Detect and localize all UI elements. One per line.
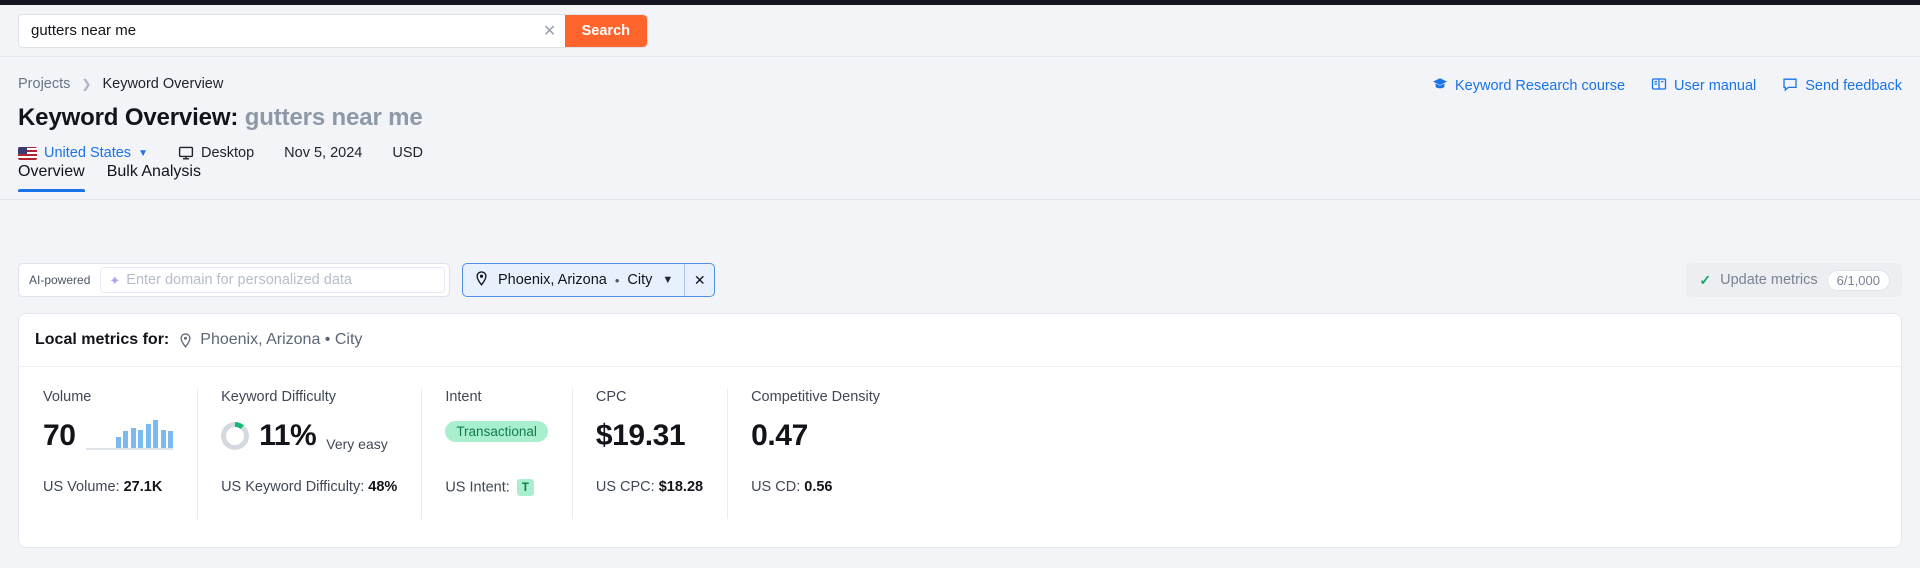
metric-cpc-foot-value: $18.28 [658, 479, 704, 495]
metric-cd-foot-value: 0.56 [804, 479, 833, 495]
local-metrics-header-location: Phoenix, Arizona • City [200, 331, 363, 348]
metric-cpc: CPC $19.31 US CPC: $18.28 [571, 389, 727, 547]
page-header: Projects ❯ Keyword Overview Keyword Over… [0, 58, 1920, 161]
user-manual-link[interactable]: User manual [1651, 76, 1756, 96]
intent-badge: Transactional [445, 421, 548, 442]
ai-domain-field[interactable]: AI-powered ✦ [18, 263, 450, 297]
metric-kd-label: Keyword Difficulty [221, 389, 337, 405]
chevron-down-icon[interactable]: ▼ [662, 274, 673, 286]
device-indicator: Desktop [178, 145, 254, 161]
search-button[interactable]: Search [564, 14, 647, 47]
metric-cd-value: 0.47 [751, 419, 808, 452]
update-metrics-quota: 6/1,000 [1826, 269, 1890, 291]
currency-label: USD [392, 145, 423, 161]
metric-kd-foot-label: US Keyword Difficulty: [221, 479, 365, 495]
metric-kd-value: 11% [259, 419, 317, 452]
country-label[interactable]: United States [44, 145, 131, 161]
update-metrics-button[interactable]: ✓ Update metrics 6/1,000 [1686, 263, 1902, 297]
location-chip-bullet: • [614, 272, 620, 288]
domain-input-wrapper[interactable]: ✦ [100, 267, 445, 293]
ai-powered-badge: AI-powered [29, 273, 91, 287]
device-label: Desktop [200, 145, 255, 161]
metric-volume-footer: US Volume: 27.1K [43, 479, 173, 495]
location-chip-name: Phoenix, Arizona [498, 272, 607, 288]
tab-bar-divider [0, 199, 1920, 200]
breadcrumb-projects[interactable]: Projects [18, 76, 70, 92]
user-manual-label: User manual [1674, 78, 1757, 94]
chevron-down-icon[interactable]: ▼ [138, 148, 148, 159]
controls-row: AI-powered ✦ Phoenix, Arizona • City ▼ ✕… [18, 262, 1902, 298]
book-icon [1651, 76, 1667, 96]
country-selector[interactable]: United States ▼ [18, 145, 148, 161]
currency-value: USD [392, 145, 423, 161]
us-flag-icon [18, 146, 37, 160]
location-chip-close-icon[interactable]: ✕ [684, 264, 714, 296]
graduation-cap-icon [1432, 76, 1448, 96]
keyword-difficulty-donut-chart [221, 422, 250, 450]
location-pin-icon [177, 332, 194, 349]
check-icon: ✓ [1699, 271, 1712, 288]
tab-bar: Overview Bulk Analysis [18, 163, 201, 192]
tab-overview[interactable]: Overview [18, 163, 85, 192]
metric-volume-foot-label: US Volume: [43, 479, 120, 495]
metric-cd-foot-label: US CD: [751, 479, 801, 495]
meta-row: United States ▼ Desktop Nov 5, 2024 USD [0, 132, 1920, 161]
metric-competitive-density: Competitive Density 0.47 US CD: 0.56 [727, 389, 904, 547]
metric-volume: Volume 70 US Volume: 27.1K [19, 389, 197, 547]
page-title-keyword: gutters near me [244, 104, 423, 131]
sparkle-icon: ✦ [109, 272, 121, 288]
metric-volume-value: 70 [43, 419, 76, 452]
metric-intent-footer: US Intent: T [445, 479, 548, 496]
metric-kd-sub: Very easy [326, 436, 388, 452]
breadcrumb-current: Keyword Overview [102, 76, 224, 92]
metric-intent: Intent Transactional US Intent: T [421, 389, 572, 547]
page-title: Keyword Overview: gutters near me [0, 92, 1920, 132]
domain-input[interactable] [126, 272, 444, 288]
metric-cpc-footer: US CPC: $18.28 [596, 479, 703, 495]
update-metrics-label: Update metrics [1720, 272, 1818, 288]
metric-cd-label: Competitive Density [751, 389, 881, 405]
location-chip[interactable]: Phoenix, Arizona • City ▼ ✕ [462, 263, 716, 297]
send-feedback-label: Send feedback [1805, 78, 1902, 94]
location-chip-type: City [627, 272, 653, 288]
volume-sparkline-chart [85, 420, 174, 450]
keyword-research-course-label: Keyword Research course [1454, 78, 1626, 94]
local-metrics-header: Local metrics for: Phoenix, Arizona • Ci… [19, 314, 1901, 367]
metric-volume-foot-value: 27.1K [123, 479, 163, 495]
keyword-research-course-link[interactable]: Keyword Research course [1432, 76, 1625, 96]
metrics-row: Volume 70 US Volume: 27.1K Keyword Diffi… [19, 367, 1901, 547]
location-chip-main[interactable]: Phoenix, Arizona • City ▼ [463, 264, 684, 296]
metric-intent-foot-label: US Intent: [445, 479, 510, 496]
metric-volume-label: Volume [43, 389, 92, 405]
metric-keyword-difficulty: Keyword Difficulty 11% Very easy US Keyw… [197, 389, 421, 547]
metric-kd-footer: US Keyword Difficulty: 48% [221, 479, 397, 495]
metric-cd-footer: US CD: 0.56 [751, 479, 880, 495]
date-value: Nov 5, 2024 [284, 145, 363, 161]
breadcrumb-separator-icon: ❯ [81, 77, 92, 91]
header-links: Keyword Research course User manual Send… [1432, 76, 1902, 96]
page-title-prefix: Keyword Overview: [18, 104, 239, 131]
monitor-icon [178, 145, 194, 161]
search-input[interactable] [19, 14, 535, 47]
metric-intent-foot-value: T [516, 479, 534, 496]
search-row: ✕ Search [0, 5, 1920, 57]
send-feedback-link[interactable]: Send feedback [1782, 76, 1902, 96]
metric-kd-foot-value: 48% [368, 479, 398, 495]
tab-bulk-analysis[interactable]: Bulk Analysis [107, 163, 201, 192]
location-pin-icon [473, 270, 490, 291]
local-metrics-header-label: Local metrics for: [35, 331, 170, 348]
search-clear-icon[interactable]: ✕ [535, 15, 565, 47]
date-label: Nov 5, 2024 [284, 145, 362, 161]
search-box[interactable]: ✕ Search [18, 13, 648, 48]
metric-cpc-foot-label: US CPC: [595, 479, 655, 495]
metric-cpc-value: $19.31 [595, 419, 686, 452]
metric-cpc-label: CPC [595, 389, 627, 405]
metric-intent-label: Intent [445, 389, 482, 405]
message-icon [1782, 76, 1798, 96]
local-metrics-card: Local metrics for: Phoenix, Arizona • Ci… [18, 313, 1902, 548]
